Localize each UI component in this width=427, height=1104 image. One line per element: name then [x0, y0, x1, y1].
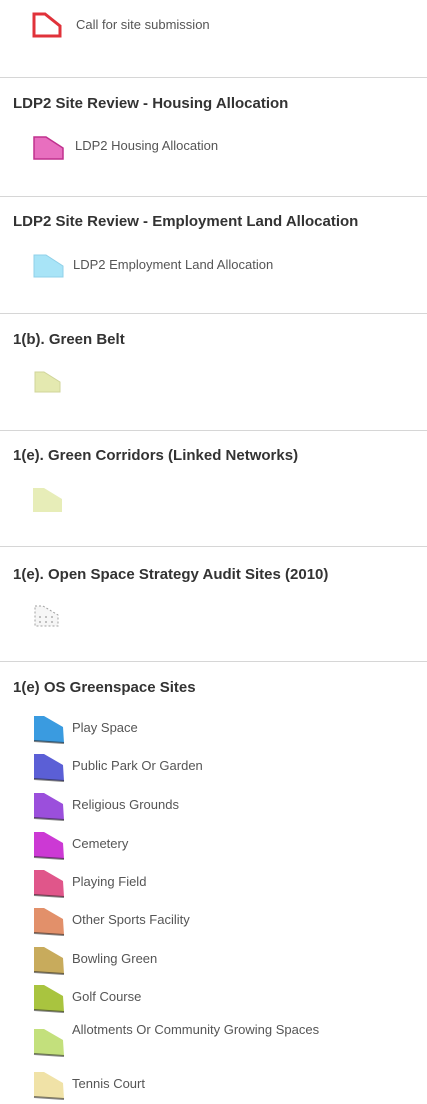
legend-item-employment: LDP2 Employment Land Allocation: [0, 251, 427, 281]
legend-item-play-space: Play Space: [0, 714, 427, 744]
legend-item-tennis-court: Tennis Court: [0, 1070, 427, 1100]
legend-item-bowling-green: Bowling Green: [0, 945, 427, 975]
legend-item-label: Play Space: [72, 720, 138, 735]
layer-title-housing: LDP2 Site Review - Housing Allocation: [13, 95, 289, 112]
legend-item-label: Bowling Green: [72, 951, 158, 966]
legend-item-cemetery: Cemetery: [0, 830, 427, 860]
layer-title-green-belt: 1(b). Green Belt: [13, 331, 125, 348]
legend-item-label: Tennis Court: [72, 1076, 145, 1091]
pale-green-polygon-icon: [33, 488, 62, 512]
legend-item-golf-course: Golf Course: [0, 983, 427, 1013]
orange-polygon-icon: [33, 908, 65, 936]
red-outline-polygon-icon: [32, 12, 62, 38]
legend-item-label: Call for site submission: [76, 17, 210, 32]
divider: [0, 313, 427, 314]
layer-title-open-space: 1(e). Open Space Strategy Audit Sites (2…: [13, 566, 329, 583]
indigo-polygon-icon: [33, 754, 65, 782]
legend-item-label: Other Sports Facility: [72, 912, 190, 927]
legend-item-label: Playing Field: [72, 874, 147, 889]
pale-green-polygon-icon: [34, 371, 61, 393]
legend-item-call-for-site: Call for site submission: [0, 10, 427, 40]
legend-item-playing-field: Playing Field: [0, 868, 427, 898]
divider: [0, 546, 427, 547]
light-blue-polygon-icon: [33, 254, 64, 278]
divider: [0, 661, 427, 662]
legend-item-other-sports: Other Sports Facility: [0, 906, 427, 936]
legend-item-green-corridors: [0, 486, 427, 514]
legend-item-religious-grounds: Religious Grounds: [0, 791, 427, 821]
blue-polygon-icon: [33, 716, 65, 744]
legend-item-allotments: Allotments Or Community Growing Spaces: [0, 1022, 427, 1062]
legend-item-label: Golf Course: [72, 989, 142, 1004]
legend-item-label: Cemetery: [72, 836, 129, 851]
legend-item-open-space: [0, 602, 427, 630]
legend-item-green-belt: [0, 368, 427, 396]
layer-title-os-greenspace: 1(e) OS Greenspace Sites: [13, 679, 196, 696]
layer-title-employment: LDP2 Site Review - Employment Land Alloc…: [13, 213, 359, 230]
divider: [0, 196, 427, 197]
legend-item-label: LDP2 Housing Allocation: [75, 138, 219, 153]
legend-item-label: Allotments Or Community Growing Spaces: [72, 1022, 320, 1037]
layer-title-green-corridors: 1(e). Green Corridors (Linked Networks): [13, 447, 299, 464]
legend-item-housing: LDP2 Housing Allocation: [0, 133, 427, 163]
legend-item-label: LDP2 Employment Land Allocation: [73, 257, 274, 272]
divider: [0, 430, 427, 431]
tan-polygon-icon: [33, 947, 65, 975]
divider: [0, 77, 427, 78]
pink-red-polygon-icon: [33, 870, 65, 898]
pink-polygon-icon: [33, 136, 64, 160]
magenta-polygon-icon: [33, 832, 65, 860]
dotted-polygon-icon: [34, 605, 59, 627]
cream-polygon-icon: [33, 1072, 65, 1100]
light-green-polygon-icon: [33, 1029, 65, 1057]
olive-green-polygon-icon: [33, 985, 65, 1013]
legend-item-public-park: Public Park Or Garden: [0, 752, 427, 782]
purple-polygon-icon: [33, 793, 65, 821]
legend-item-label: Religious Grounds: [72, 797, 179, 812]
legend-item-label: Public Park Or Garden: [72, 758, 203, 773]
